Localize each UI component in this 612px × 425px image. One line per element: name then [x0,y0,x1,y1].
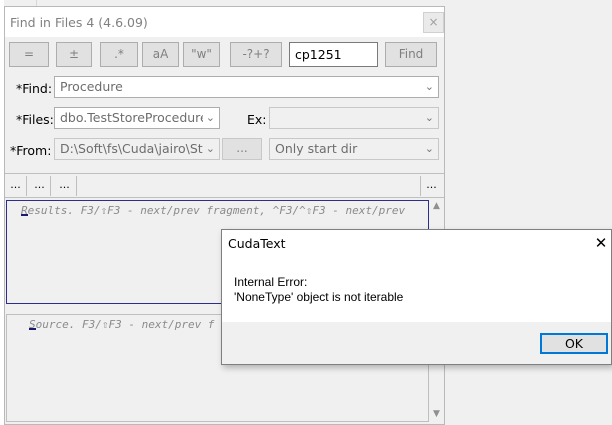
toolbar-button-label: ± [68,47,80,61]
scroll-down-icon[interactable]: ▼ [429,409,444,419]
dialog-title: CudaText [228,236,286,251]
whole-word-toggle-button[interactable]: "w" [183,42,220,67]
chevron-down-icon[interactable]: ⌄ [202,108,215,128]
ok-button[interactable]: OK [540,333,608,354]
files-value: dbo.TestStoreProcedure [60,110,208,125]
find-label: *Find: [16,81,53,96]
window-title: Find in Files 4 (4.6.09) [10,15,148,30]
chevron-down-icon[interactable]: ⌄ [202,139,215,159]
depth-value: Only start dir [275,141,358,156]
from-combobox[interactable]: D:\Soft\fs\Cuda\jairo\St ⌄ [54,138,220,160]
error-message: 'NoneType' object is not iterable [234,290,404,304]
chevron-down-icon[interactable]: ⌄ [425,139,434,159]
error-dialog: CudaText ✕ Internal Error: 'NoneType' ob… [221,229,612,365]
files-combobox[interactable]: dbo.TestStoreProcedure ⌄ [54,107,220,129]
encoding-input[interactable]: cp1251 [289,42,378,67]
dialog-message-area: Internal Error: 'NoneType' object is not… [222,258,611,322]
dots-button-2[interactable]: ... [29,176,51,196]
browse-folder-button[interactable]: ... [222,138,262,160]
exclude-combobox[interactable]: ⌄ [269,107,439,129]
toolbar-button-label: aA [152,47,169,61]
scroll-up-icon[interactable]: ▲ [429,201,444,211]
toolbar-button-label: .* [114,47,124,61]
window-titlebar[interactable]: Find in Files 4 (4.6.09) × [5,7,444,37]
match-case-toggle-button[interactable]: aA [142,42,179,67]
dots-button-right[interactable]: ... [420,176,442,196]
results-hint: Results. F3/⇧F3 - next/prev fragment, ^F… [21,204,406,217]
dots-button-1[interactable]: ... [5,176,27,196]
wildcard-toggle-button[interactable]: -?+? [230,42,282,67]
exclude-label: Ex: [247,112,267,127]
dialog-close-icon[interactable]: ✕ [592,233,610,253]
files-label: *Files: [16,112,54,127]
toolbar-button-label: -?+? [242,47,270,61]
depth-combobox[interactable]: Only start dir ⌄ [269,138,439,160]
toolbar-button-label: = [23,47,35,61]
find-combobox[interactable]: Procedure ⌄ [54,76,439,98]
error-heading: Internal Error: [234,275,308,289]
find-value: Procedure [60,79,123,94]
find-button[interactable]: Find [385,42,437,67]
chevron-down-icon[interactable]: ⌄ [425,77,434,97]
toolbar-button-label: "w" [191,47,212,61]
reex-toggle-button[interactable]: = [9,42,49,67]
source-hint: Source. F3/⇧F3 - next/prev f [29,318,215,331]
from-value: D:\Soft\fs\Cuda\jairo\St [60,141,203,156]
panel-button-bar: ... ... ... ... [5,173,444,198]
dialog-titlebar[interactable]: CudaText ✕ [222,230,611,258]
dots-button-3[interactable]: ... [53,176,77,196]
chevron-down-icon[interactable]: ⌄ [425,108,434,128]
window-close-button[interactable]: × [423,12,444,33]
case-plus-toggle-button[interactable]: ± [56,42,92,67]
regex-toggle-button[interactable]: .* [100,42,138,67]
from-label: *From: [10,143,52,158]
